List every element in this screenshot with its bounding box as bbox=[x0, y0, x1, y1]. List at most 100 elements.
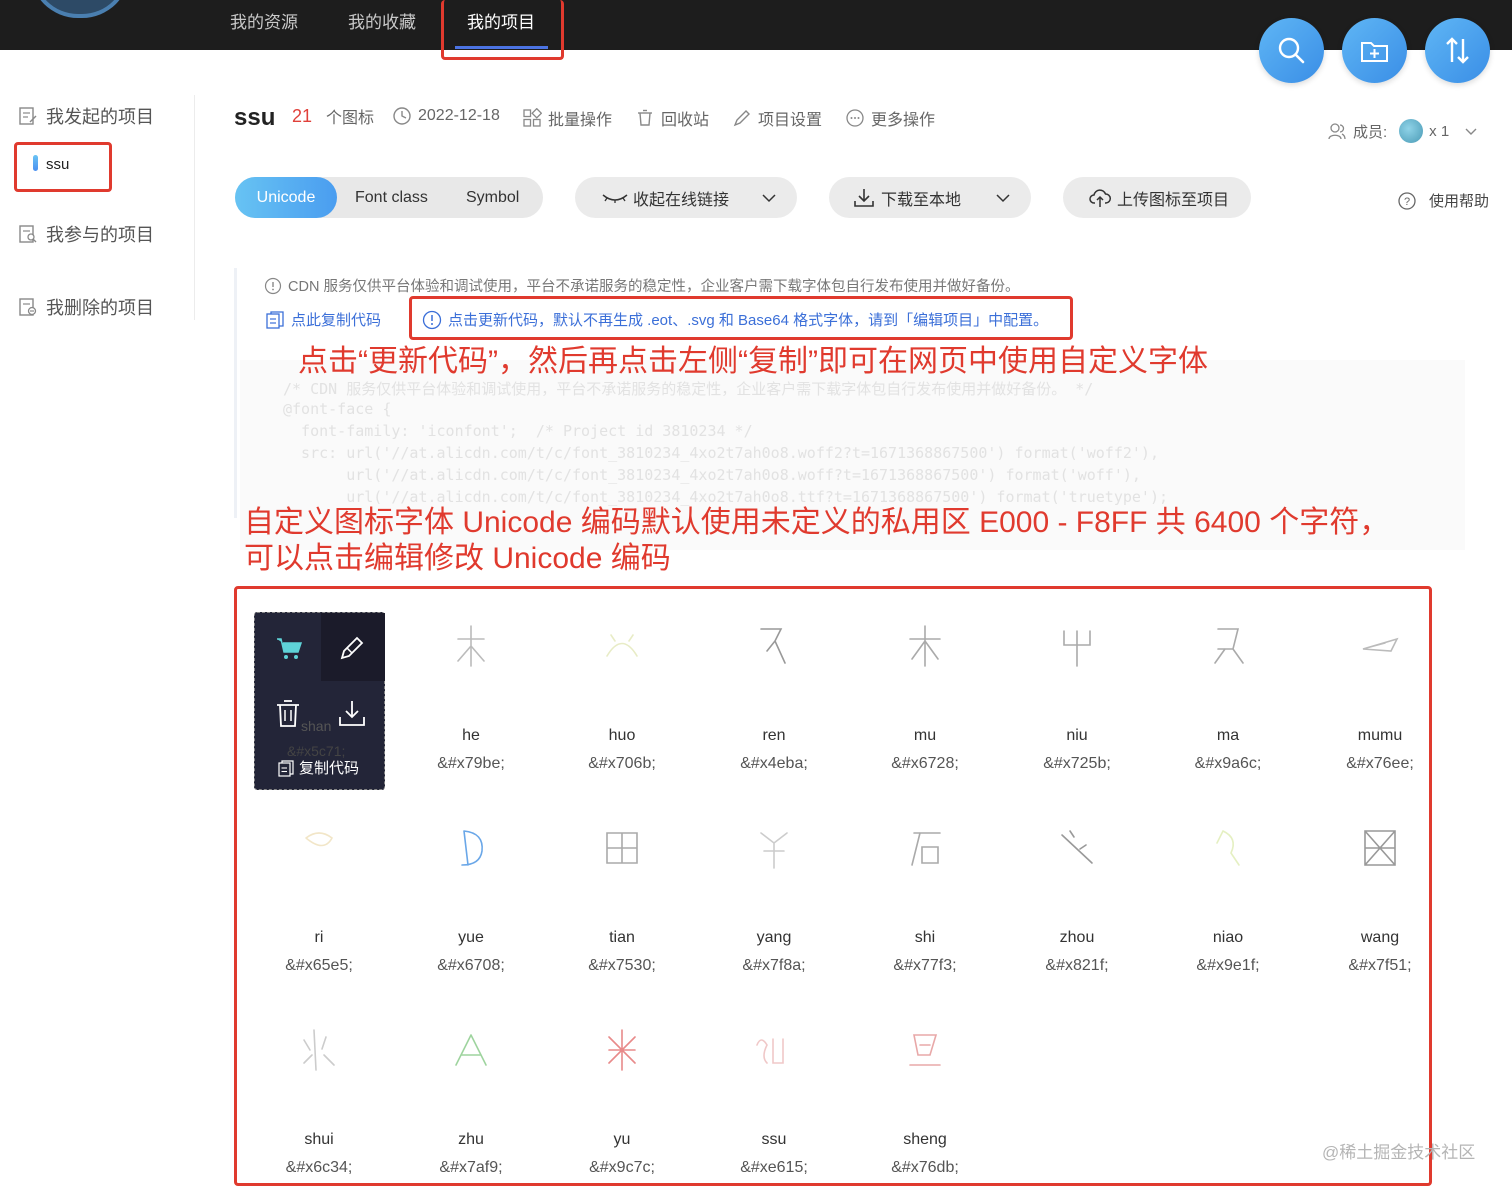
delete-icon[interactable] bbox=[274, 699, 302, 729]
search-button[interactable] bbox=[1259, 18, 1324, 83]
icon-card-ren[interactable]: ren &#x4eba; bbox=[714, 621, 834, 772]
chevron-down-icon bbox=[1465, 128, 1477, 135]
clock-icon bbox=[393, 107, 411, 125]
icon-name: shui bbox=[304, 1131, 334, 1148]
icon-card-niu[interactable]: niu &#x725b; bbox=[1017, 621, 1137, 772]
download-icon bbox=[854, 188, 874, 207]
sidebar-item-created[interactable]: 我发起的项目 bbox=[18, 103, 154, 129]
icon-card-mumu[interactable]: mumu &#x76ee; bbox=[1320, 621, 1440, 772]
icon-card-he[interactable]: he &#x79be; bbox=[411, 621, 531, 772]
mumu-glyph-icon bbox=[1362, 637, 1399, 652]
icon-unicode: &#x76db; bbox=[891, 1159, 959, 1176]
icon-card-ri[interactable]: ri &#x65e5; bbox=[259, 823, 379, 974]
icon-name: ri bbox=[314, 929, 324, 946]
icon-card-sheng[interactable]: sheng &#x76db; bbox=[865, 1025, 985, 1176]
members-label: 成员: bbox=[1353, 123, 1388, 141]
icon-name: ma bbox=[1216, 727, 1240, 744]
code-mode-switch: Unicode Font class Symbol bbox=[235, 177, 543, 218]
recycle-bin-button[interactable]: 回收站 bbox=[635, 106, 709, 130]
mode-symbol[interactable]: Symbol bbox=[466, 177, 519, 218]
icon-name: mumu bbox=[1357, 727, 1403, 744]
icon-card-yue[interactable]: yue &#x6708; bbox=[411, 823, 531, 974]
icon-hover-card[interactable]: shan &#x5c71; 复制代码 bbox=[254, 612, 385, 790]
copy-code-button[interactable]: 复制代码 bbox=[277, 757, 359, 778]
download-button[interactable]: 下载至本地 bbox=[829, 177, 1031, 218]
batch-operation-button[interactable]: 批量操作 bbox=[522, 106, 612, 130]
edit-icon[interactable] bbox=[337, 633, 367, 663]
copy-code-label: 复制代码 bbox=[299, 760, 360, 777]
annotation-unicode-line2: 可以点击编辑修改 Unicode 编码 bbox=[244, 542, 671, 575]
project-date-text: 2022-12-18 bbox=[418, 107, 500, 124]
nav-tab-favorites[interactable]: 我的收藏 bbox=[348, 8, 416, 33]
mode-unicode[interactable]: Unicode bbox=[235, 177, 337, 218]
icon-name: yue bbox=[458, 929, 484, 946]
mode-font-class[interactable]: Font class bbox=[355, 177, 428, 218]
icon-unicode: &#x7f51; bbox=[1348, 957, 1412, 974]
project-settings-label: 项目设置 bbox=[758, 112, 823, 129]
icon-card-niao[interactable]: niao &#x9e1f; bbox=[1168, 823, 1288, 974]
collapse-link-button[interactable]: 收起在线链接 bbox=[575, 177, 797, 218]
user-avatar[interactable] bbox=[30, 0, 130, 18]
icon-card-zhou[interactable]: zhou &#x821f; bbox=[1017, 823, 1137, 974]
nav-tab-resources[interactable]: 我的资源 bbox=[230, 8, 298, 33]
users-icon bbox=[1328, 123, 1346, 140]
icon-unicode: &#x76ee; bbox=[1346, 755, 1414, 772]
pencil-icon bbox=[733, 110, 750, 127]
icon-card-tian[interactable]: tian &#x7530; bbox=[562, 823, 682, 974]
recycle-bin-label: 回收站 bbox=[661, 112, 710, 129]
new-folder-button[interactable] bbox=[1342, 18, 1407, 83]
download-label: 下载至本地 bbox=[881, 191, 962, 209]
icon-name: shi bbox=[914, 929, 936, 946]
download-icon[interactable] bbox=[337, 699, 367, 729]
icon-name: yang bbox=[756, 929, 792, 946]
icon-card-zhu[interactable]: zhu &#x7af9; bbox=[411, 1025, 531, 1176]
upload-label: 上传图标至项目 bbox=[1117, 191, 1230, 209]
members[interactable]: 成员: x 1 bbox=[1327, 119, 1479, 143]
highlight-box-projects-tab bbox=[441, 0, 564, 60]
icon-card-wang[interactable]: wang &#x7f51; bbox=[1320, 823, 1440, 974]
icon-unicode: &#x7af9; bbox=[439, 1159, 503, 1176]
icon-card-shi[interactable]: shi &#x77f3; bbox=[865, 823, 985, 974]
shi-glyph-icon bbox=[911, 832, 941, 866]
copy-code-link[interactable]: 点此复制代码 bbox=[265, 309, 381, 330]
project-title: ssu bbox=[234, 104, 276, 131]
icon-unicode: &#xe615; bbox=[740, 1159, 808, 1176]
sidebar-divider bbox=[194, 95, 195, 320]
icon-name: yu bbox=[613, 1131, 631, 1148]
mu-glyph-icon bbox=[909, 625, 941, 667]
copy-icon bbox=[266, 310, 284, 329]
icon-card-huo[interactable]: huo &#x706b; bbox=[562, 621, 682, 772]
svg-text:?: ? bbox=[1404, 196, 1410, 208]
highlight-box-ssu bbox=[14, 142, 112, 192]
sidebar-item-joined[interactable]: 我参与的项目 bbox=[18, 221, 154, 247]
code-line: src: url('//at.alicdn.com/t/c/font_38102… bbox=[283, 444, 1159, 462]
icon-card-ma[interactable]: ma &#x9a6c; bbox=[1168, 621, 1288, 772]
icon-card-ssu[interactable]: ssu &#xe615; bbox=[714, 1025, 834, 1176]
eye-closed-icon bbox=[602, 193, 628, 203]
he-glyph-icon bbox=[457, 625, 485, 667]
code-panel-border bbox=[234, 268, 237, 518]
document-edit-icon bbox=[19, 107, 37, 125]
icon-card-yu[interactable]: yu &#x9c7c; bbox=[562, 1025, 682, 1176]
help-button[interactable]: ? 使用帮助 bbox=[1397, 190, 1489, 211]
yue-glyph-icon bbox=[461, 830, 483, 866]
help-label: 使用帮助 bbox=[1429, 193, 1490, 210]
ssu-glyph-icon bbox=[756, 1038, 784, 1064]
icon-card-shui[interactable]: shui &#x6c34; bbox=[259, 1025, 379, 1176]
sort-button[interactable] bbox=[1425, 18, 1490, 83]
project-settings-button[interactable]: 项目设置 bbox=[732, 106, 822, 130]
icon-count-number: 21 bbox=[292, 105, 313, 126]
icon-unicode: &#x6708; bbox=[437, 957, 505, 974]
more-operations-button[interactable]: 更多操作 bbox=[845, 106, 935, 130]
icon-unicode: &#x9a6c; bbox=[1194, 755, 1262, 772]
cart-icon[interactable] bbox=[274, 633, 304, 663]
icon-card-yang[interactable]: yang &#x7f8a; bbox=[714, 823, 834, 974]
sidebar-item-label: 我参与的项目 bbox=[46, 225, 154, 245]
upload-icons-button[interactable]: 上传图标至项目 bbox=[1063, 177, 1251, 218]
code-line: url('//at.alicdn.com/t/c/font_3810234_4x… bbox=[283, 466, 1141, 484]
info-icon bbox=[264, 277, 282, 294]
cdn-notice-text: CDN 服务仅供平台体验和调试使用，平台不承诺服务的稳定性，企业客户需下载字体包… bbox=[288, 279, 1020, 295]
sidebar-item-deleted[interactable]: 我删除的项目 bbox=[18, 294, 154, 320]
icon-card-mu[interactable]: mu &#x6728; bbox=[865, 621, 985, 772]
chevron-down-icon bbox=[996, 193, 1010, 202]
